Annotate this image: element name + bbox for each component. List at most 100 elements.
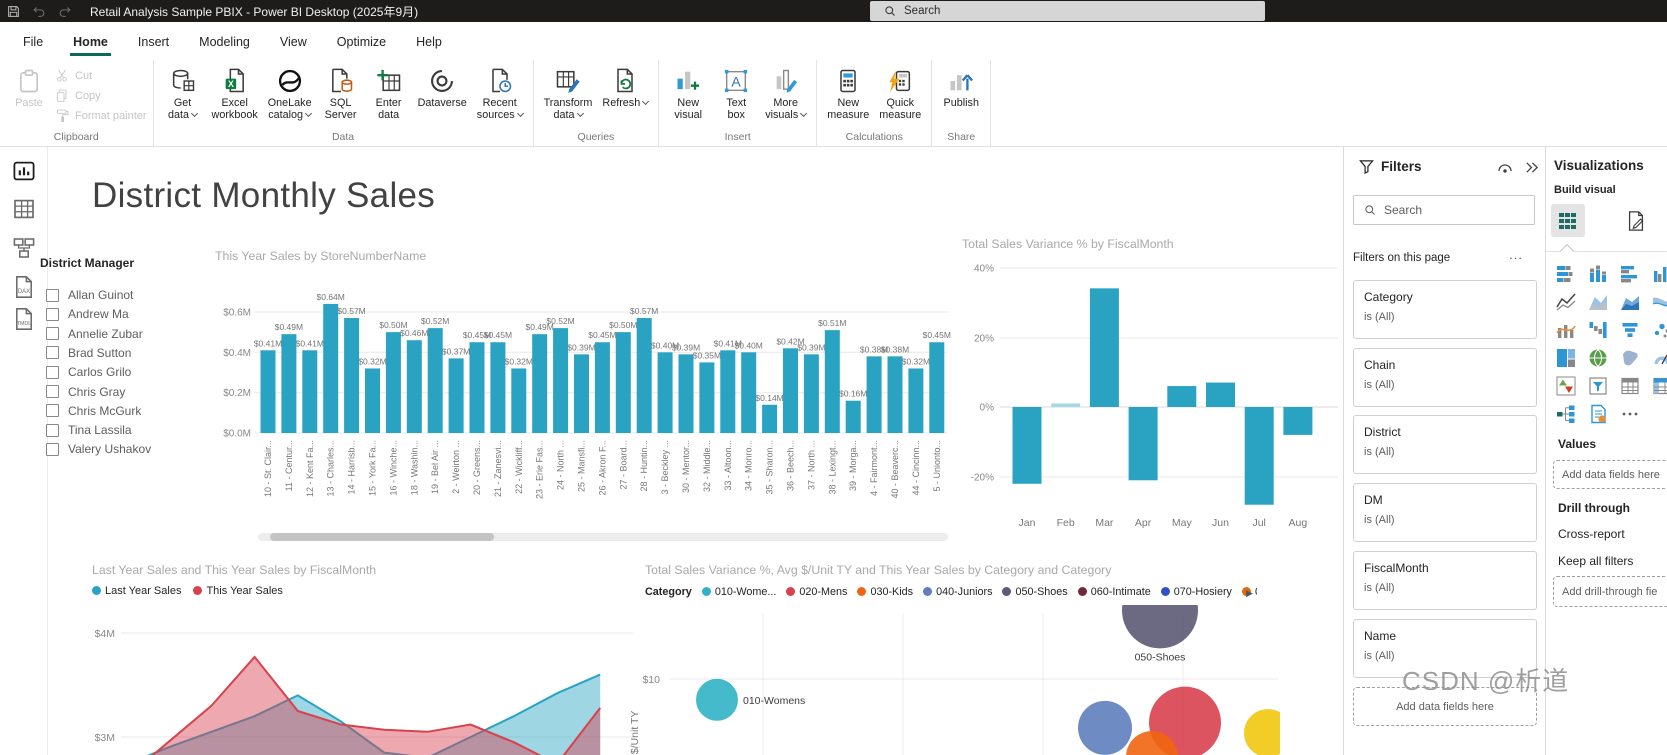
- drill-through-field-well[interactable]: Add drill-through fie: [1553, 576, 1667, 607]
- store-bar[interactable]: [511, 368, 527, 433]
- viz-type-gauge[interactable]: [1650, 346, 1667, 370]
- store-bar[interactable]: [615, 332, 631, 433]
- viz-type-area-chart[interactable]: [1586, 290, 1610, 314]
- dataverse-button[interactable]: Dataverse: [414, 64, 471, 112]
- legend-item[interactable]: This Year Sales: [193, 585, 283, 597]
- slicer-option-tina-lassila[interactable]: Tina Lassila: [46, 423, 132, 437]
- variance-bar[interactable]: [1206, 382, 1235, 407]
- store-bar[interactable]: [469, 342, 485, 433]
- format-painter-button[interactable]: Format painter: [54, 108, 147, 124]
- store-bar[interactable]: [824, 330, 840, 433]
- viz-type-slicer[interactable]: [1586, 374, 1610, 398]
- enter-data-button[interactable]: Enter data: [366, 64, 412, 124]
- viz-type-paginated-report[interactable]: [1586, 402, 1610, 426]
- collapse-pane-icon[interactable]: [1524, 160, 1539, 180]
- tmdl-view-tab[interactable]: TMDL: [12, 307, 36, 331]
- report-view-tab[interactable]: [12, 159, 36, 183]
- store-bar[interactable]: [803, 354, 819, 433]
- viz-type-treemap[interactable]: [1554, 346, 1578, 370]
- store-bar[interactable]: [678, 354, 694, 433]
- legend-overflow-chevron-icon[interactable]: ▶: [1246, 588, 1253, 599]
- excel-workbook-button[interactable]: X Excel workbook: [208, 64, 262, 124]
- menu-optimize[interactable]: Optimize: [324, 26, 399, 57]
- viz-type-matrix[interactable]: [1650, 374, 1667, 398]
- viz-type-filled-map[interactable]: [1618, 346, 1642, 370]
- model-view-tab[interactable]: [12, 236, 36, 260]
- store-bar[interactable]: [260, 350, 276, 433]
- viz-type-stacked-column-chart[interactable]: [1586, 262, 1610, 286]
- store-chart-scrollbar-thumb[interactable]: [270, 533, 494, 541]
- build-visual-mode-button[interactable]: [1551, 204, 1585, 237]
- store-bar[interactable]: [406, 340, 422, 433]
- slicer-option-andrew-ma[interactable]: Andrew Ma: [46, 307, 129, 321]
- slicer-option-annelie-zubar[interactable]: Annelie Zubar: [46, 327, 143, 341]
- transform-data-button[interactable]: Transform data: [540, 64, 597, 124]
- slicer-option-brad-sutton[interactable]: Brad Sutton: [46, 346, 131, 360]
- menu-view[interactable]: View: [267, 26, 320, 57]
- filter-card-fiscalmonth[interactable]: FiscalMonth is (All): [1353, 551, 1537, 610]
- variance-bar[interactable]: [1167, 386, 1197, 407]
- scatter-chart[interactable]: $10Avg $/Unit TY050-Shoes040- Juniors020…: [630, 605, 1280, 755]
- viz-type-map[interactable]: [1586, 346, 1610, 370]
- store-bar[interactable]: [783, 348, 798, 433]
- store-bar[interactable]: [302, 350, 318, 433]
- slicer-option-chris-mcgurk[interactable]: Chris McGurk: [46, 404, 141, 418]
- store-bar[interactable]: [323, 303, 339, 433]
- viz-type-stacked-bar-chart[interactable]: [1554, 262, 1578, 286]
- store-bar[interactable]: [490, 342, 506, 433]
- variance-bar[interactable]: [1283, 407, 1313, 435]
- store-bar[interactable]: [699, 362, 715, 433]
- viz-type-stacked-area-chart[interactable]: [1618, 290, 1642, 314]
- format-visual-mode-button[interactable]: [1619, 204, 1653, 237]
- checkbox[interactable]: [46, 307, 59, 321]
- onelake-catalog-button[interactable]: OneLake catalog: [264, 64, 316, 124]
- legend-item[interactable]: 020-Mens: [786, 586, 847, 598]
- menu-help[interactable]: Help: [403, 26, 455, 57]
- store-bar[interactable]: [929, 342, 945, 433]
- slicer-option-valery-ushakov[interactable]: Valery Ushakov: [46, 442, 151, 456]
- store-bar[interactable]: [553, 328, 569, 433]
- legend-item[interactable]: 050-Shoes: [1002, 586, 1068, 598]
- store-bar[interactable]: [532, 334, 548, 433]
- bubble-040-juniors[interactable]: [1078, 700, 1132, 755]
- variance-bar[interactable]: [1128, 407, 1158, 481]
- checkbox[interactable]: [46, 423, 59, 437]
- viz-type-table[interactable]: [1618, 374, 1642, 398]
- checkbox[interactable]: [46, 327, 59, 341]
- viz-type-clustered-column-chart[interactable]: [1650, 262, 1667, 286]
- legend-item[interactable]: 040-Juniors: [923, 586, 992, 598]
- variance-bar[interactable]: [1244, 407, 1274, 505]
- legend-item[interactable]: 060-Intimate: [1077, 586, 1151, 598]
- store-bar[interactable]: [845, 400, 861, 433]
- store-bar[interactable]: [762, 404, 778, 433]
- store-bar[interactable]: [281, 334, 297, 433]
- filter-card-dm[interactable]: DM is (All): [1353, 483, 1537, 542]
- checkbox[interactable]: [46, 385, 59, 398]
- table-view-tab[interactable]: [12, 197, 36, 221]
- store-bar[interactable]: [574, 354, 589, 433]
- recent-sources-button[interactable]: Recent sources: [473, 64, 527, 124]
- menu-home[interactable]: Home: [60, 26, 121, 57]
- bubble-010-womens[interactable]: [696, 678, 738, 721]
- viz-type-kpi[interactable]: [1554, 374, 1578, 398]
- variance-bar[interactable]: [1089, 288, 1119, 407]
- filters-more-options[interactable]: ...: [1509, 247, 1523, 262]
- save-icon[interactable]: [0, 0, 26, 22]
- bubble-090-home[interactable]: [1244, 709, 1280, 755]
- filters-visibility-icon[interactable]: [1497, 161, 1513, 180]
- menu-file[interactable]: File: [10, 26, 56, 57]
- filter-card-district[interactable]: District is (All): [1353, 415, 1537, 474]
- publish-button[interactable]: Publish: [938, 64, 984, 112]
- checkbox[interactable]: [46, 365, 59, 379]
- variance-bar[interactable]: [1051, 403, 1081, 407]
- bubble-050-shoes[interactable]: [1122, 605, 1198, 649]
- store-bar[interactable]: [594, 342, 610, 433]
- store-bar[interactable]: [908, 368, 924, 433]
- text-box-button[interactable]: A Text box: [713, 64, 759, 124]
- dax-query-view-tab[interactable]: DAX: [12, 275, 36, 299]
- checkbox[interactable]: [46, 404, 59, 418]
- store-bar[interactable]: [636, 318, 652, 433]
- viz-type-clustered-bar-chart[interactable]: [1618, 262, 1642, 286]
- variance-bar[interactable]: [1012, 407, 1042, 484]
- store-bar-chart[interactable]: $0.6M $0.4M $0.2M $0.0M $0.41M 10 - St. Clair…: [213, 270, 953, 552]
